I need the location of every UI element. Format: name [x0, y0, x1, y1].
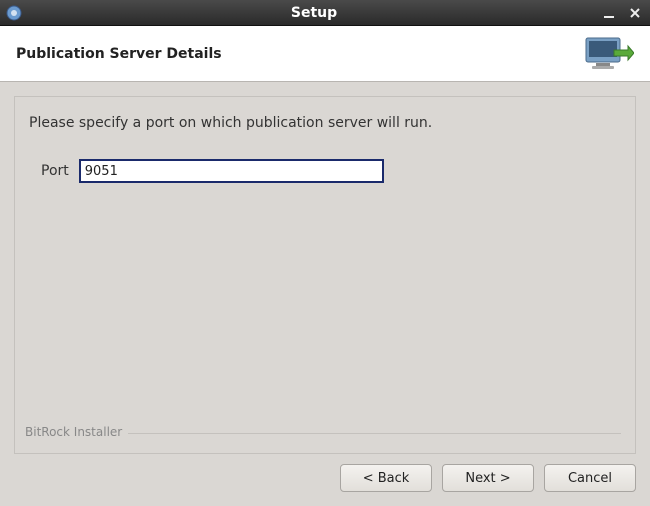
titlebar: Setup — [0, 0, 650, 26]
instruction-text: Please specify a port on which publicati… — [29, 115, 621, 131]
server-icon — [582, 32, 634, 76]
close-button[interactable] — [626, 4, 644, 22]
app-icon — [6, 5, 22, 21]
minimize-button[interactable] — [600, 4, 618, 22]
cancel-button[interactable]: Cancel — [544, 464, 636, 492]
port-input[interactable] — [79, 159, 384, 183]
window-controls — [600, 4, 644, 22]
content-area: Please specify a port on which publicati… — [0, 82, 650, 454]
window-title: Setup — [28, 5, 600, 21]
content-panel: Please specify a port on which publicati… — [14, 96, 636, 454]
port-row: Port — [41, 159, 621, 183]
installer-brand: BitRock Installer — [23, 425, 128, 439]
button-bar: < Back Next > Cancel — [0, 454, 650, 506]
footer-fieldset: BitRock Installer — [29, 425, 621, 445]
port-label: Port — [41, 163, 69, 179]
back-button[interactable]: < Back — [340, 464, 432, 492]
page-title: Publication Server Details — [16, 46, 582, 62]
wizard-header: Publication Server Details — [0, 26, 650, 82]
next-button[interactable]: Next > — [442, 464, 534, 492]
setup-window: Setup Publication Server Details — [0, 0, 650, 506]
